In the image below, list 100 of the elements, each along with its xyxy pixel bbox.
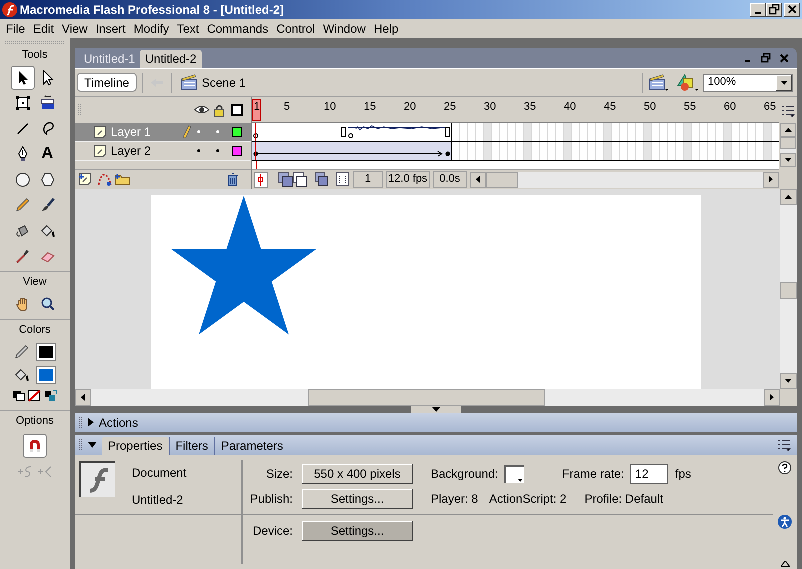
- properties-panel-header[interactable]: Properties Filters Parameters: [75, 435, 797, 455]
- straighten-icon: [37, 464, 53, 480]
- visibility-dot-icon: [197, 130, 201, 134]
- help-icon: [778, 461, 792, 475]
- section-title: Colors: [19, 322, 51, 338]
- settings-button[interactable]: Settings...: [302, 489, 413, 509]
- outline-icon: [231, 104, 243, 116]
- onion-skin-icon: [278, 172, 308, 188]
- zoom-select[interactable]: 100%: [703, 74, 793, 92]
- layer-name: Layer 1: [111, 124, 152, 141]
- close-button[interactable]: [784, 2, 800, 16]
- expanded-triangle-icon: [88, 442, 97, 448]
- ink-bottle-icon: [14, 222, 30, 238]
- add-folder-icon: [115, 173, 131, 186]
- field-label: Untitled-2: [132, 492, 184, 509]
- scene-label[interactable]: Scene 1: [202, 74, 246, 92]
- pencil-icon: [183, 125, 191, 139]
- menu-item[interactable]: Text: [173, 20, 204, 38]
- outline-color-swatch[interactable]: [232, 146, 242, 156]
- smooth-icon: [17, 464, 33, 480]
- window-title: Macromedia Flash Professional 8 - [Untitled-2]: [20, 2, 284, 18]
- vertical-scrollbar[interactable]: [780, 189, 797, 389]
- scroll-thumb[interactable]: [780, 137, 796, 149]
- pencil-icon: [14, 197, 30, 213]
- right-arrow-icon: [770, 394, 774, 401]
- frame-number: 30: [484, 102, 496, 113]
- scroll-thumb[interactable]: [486, 172, 518, 188]
- snap-button[interactable]: [23, 434, 47, 458]
- menu-item[interactable]: File: [2, 20, 30, 38]
- menu-item[interactable]: Commands: [203, 20, 273, 38]
- grip-icon: [79, 416, 83, 428]
- brush-icon: [40, 197, 56, 213]
- dropdown-button[interactable]: [776, 74, 792, 90]
- menu-item[interactable]: View: [58, 20, 92, 38]
- actions-panel-header[interactable]: Actions: [75, 413, 797, 433]
- no-color-icon: [28, 390, 42, 402]
- tool-button[interactable]: [10, 66, 34, 90]
- app-logo-icon: [2, 2, 18, 18]
- frame-number: 35: [524, 102, 536, 113]
- layer-icon: [94, 144, 107, 158]
- caret-icon: [518, 479, 524, 482]
- frame-rate: 12.0 fps: [386, 171, 430, 188]
- tool-button[interactable]: A: [36, 142, 60, 166]
- frame-ruler[interactable]: 1 5 10 15 20 25 30 35 40 45 50 55 60 65: [252, 97, 779, 123]
- frame-number: 1: [254, 102, 260, 113]
- accessibility-icon: [778, 515, 792, 529]
- frame-number: 5: [284, 102, 290, 113]
- outline-color-swatch[interactable]: [232, 127, 242, 137]
- settings-button[interactable]: Settings...: [302, 521, 413, 541]
- up-triangle-icon: [780, 561, 790, 567]
- horizontal-scrollbar[interactable]: [75, 389, 780, 406]
- down-arrow-icon: [784, 158, 792, 162]
- lock-dot-icon: [216, 130, 220, 134]
- color-swatch[interactable]: [36, 366, 56, 384]
- grip-icon: [79, 439, 83, 451]
- scroll-thumb[interactable]: [308, 389, 545, 406]
- minimize-button[interactable]: [750, 2, 766, 16]
- field-label: ActionScript: 2: [489, 491, 567, 508]
- timeline-button[interactable]: Timeline: [77, 73, 137, 92]
- field-label: Player: 8: [431, 491, 478, 508]
- frame-number: 65: [764, 102, 776, 113]
- color-swatch[interactable]: [36, 343, 56, 361]
- default-colors-icon: [12, 390, 26, 402]
- frame-rate-field[interactable]: 12: [630, 464, 668, 484]
- frame-number: 55: [684, 102, 696, 113]
- scroll-thumb[interactable]: [780, 282, 797, 299]
- menu-item[interactable]: Window: [319, 20, 370, 38]
- background-color-swatch[interactable]: [504, 465, 524, 483]
- size-button[interactable]: 550 x 400 pixels: [302, 464, 413, 484]
- edit-scene-icon: [649, 74, 669, 92]
- frame-number: 45: [604, 102, 616, 113]
- center-frame-button[interactable]: [254, 172, 268, 188]
- menu-item[interactable]: Edit: [29, 20, 58, 38]
- panel-tab[interactable]: Properties: [102, 437, 169, 455]
- menu-item[interactable]: Insert: [92, 20, 130, 38]
- playhead-icon: [258, 174, 264, 186]
- restore-button[interactable]: [766, 2, 782, 16]
- playhead[interactable]: [252, 99, 261, 121]
- paint-bucket-icon: [14, 367, 30, 383]
- document-tab[interactable]: Untitled-2: [140, 50, 202, 68]
- layer-icon: [94, 126, 107, 138]
- grip-icon: [5, 41, 65, 45]
- trash-icon: [227, 172, 239, 186]
- frame-number: 60: [724, 102, 736, 113]
- eye-icon: [194, 105, 210, 115]
- section-title: Tools: [22, 48, 48, 63]
- section-title: Options: [16, 414, 54, 429]
- vertical-scrollbar[interactable]: [780, 123, 796, 167]
- close-icon: [780, 54, 789, 62]
- menu-item[interactable]: Help: [370, 20, 403, 38]
- star-shape[interactable]: [170, 195, 318, 335]
- menu-item[interactable]: Modify: [130, 20, 174, 38]
- up-arrow-icon: [785, 195, 792, 199]
- gradient-icon: [40, 95, 56, 111]
- frame-number: 40: [564, 102, 576, 113]
- horizontal-scrollbar[interactable]: [470, 172, 779, 188]
- pencil-icon: [14, 344, 30, 360]
- menu-item[interactable]: Control: [272, 20, 320, 38]
- collapse-handle[interactable]: [411, 406, 461, 413]
- visibility-dot-icon: [197, 149, 201, 153]
